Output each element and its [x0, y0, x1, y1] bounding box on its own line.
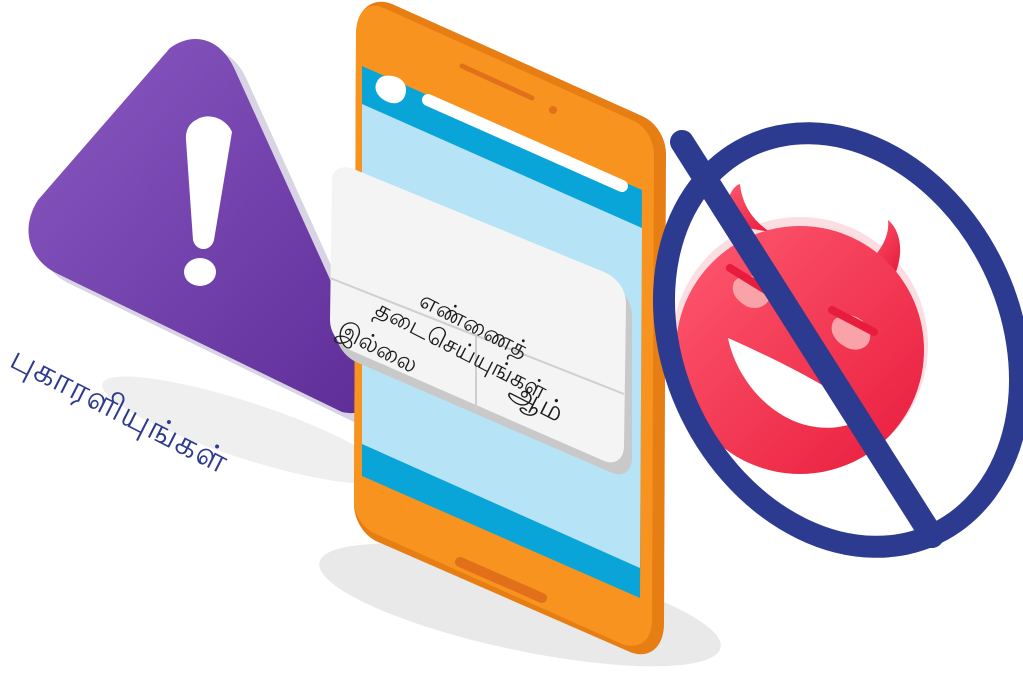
dialog-content: எண்ணைத் தடைசெய்யுங்கள் இல்லை ஆம் — [330, 165, 626, 463]
